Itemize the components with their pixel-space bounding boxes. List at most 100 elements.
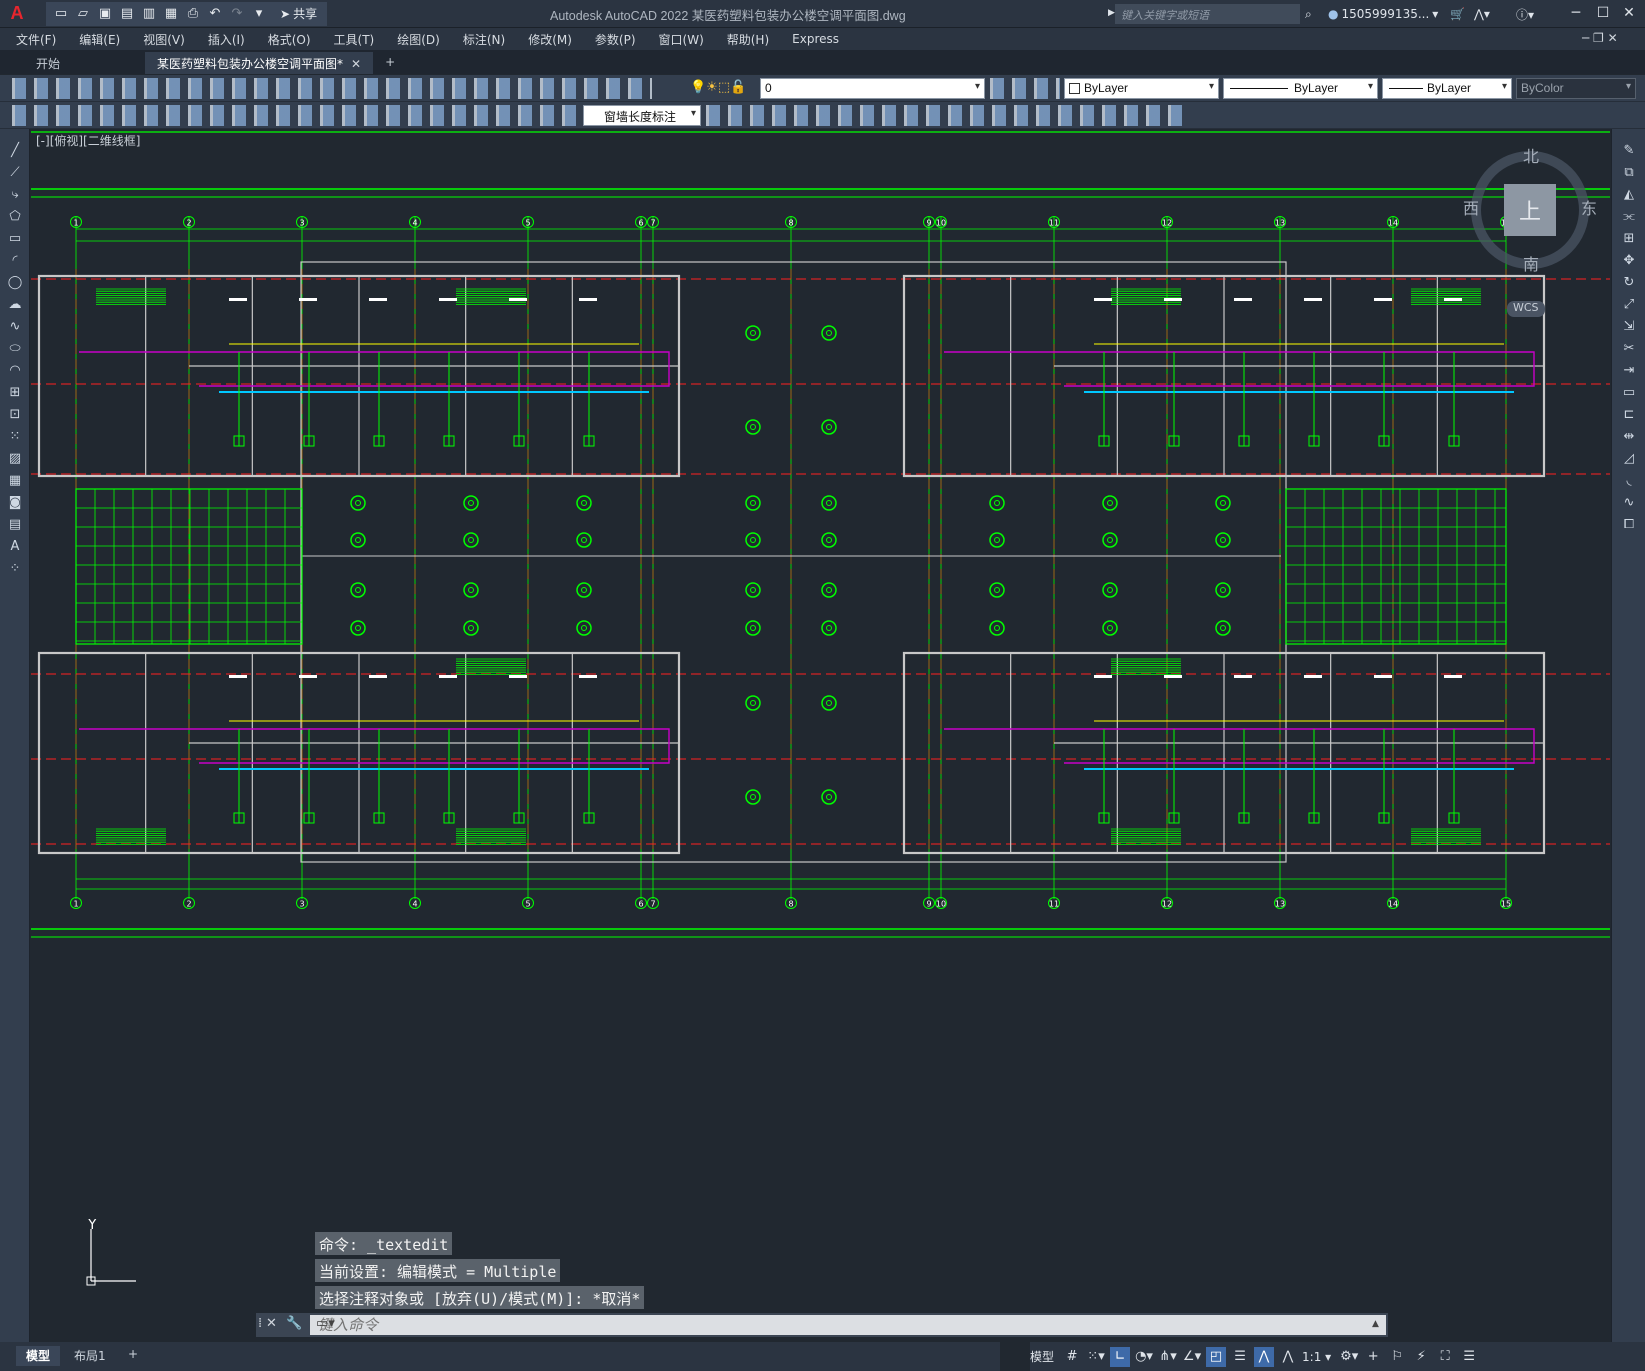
ellipse-icon[interactable]: ⬭ xyxy=(6,339,24,357)
plus-icon[interactable]: + xyxy=(1363,1347,1383,1367)
break-icon[interactable]: ▭ xyxy=(1620,383,1638,401)
move-icon[interactable]: ✥ xyxy=(1620,251,1638,269)
polygon-icon[interactable]: ⬠ xyxy=(6,207,24,225)
command-close-icon[interactable]: ✕ xyxy=(266,1316,277,1331)
annotation-autoscale-icon[interactable]: ⋀ xyxy=(1278,1347,1298,1367)
object-snap-tracking-icon[interactable]: ∠▾ xyxy=(1182,1347,1202,1367)
tab-add-layout[interactable]: + xyxy=(118,1346,148,1366)
compass-east[interactable]: 东 xyxy=(1581,195,1597,219)
help-icon[interactable]: ⓘ▾ xyxy=(1516,4,1534,24)
hatch-icon[interactable]: ▨ xyxy=(6,449,24,467)
command-customize-icon[interactable]: 🔧 xyxy=(286,1316,302,1331)
viewcube-top-face[interactable]: 上 xyxy=(1504,184,1556,236)
point-icon[interactable]: ⁙ xyxy=(6,427,24,445)
menu-parametric[interactable]: 参数(P) xyxy=(595,31,636,48)
new-icon[interactable]: ▭ xyxy=(50,3,72,25)
drawing-canvas[interactable]: 1234567891011121314151234567891011121314… xyxy=(31,129,1610,1342)
doc-window-controls[interactable]: ─ ❐ ✕ xyxy=(1582,31,1618,45)
region-icon[interactable]: ◙ xyxy=(6,493,24,511)
make-block-icon[interactable]: ⊡ xyxy=(6,405,24,423)
ortho-icon[interactable]: ∟ xyxy=(1110,1346,1131,1367)
autodesk-app-icon[interactable]: ⋀▾ xyxy=(1474,4,1490,24)
mtext-icon[interactable]: A xyxy=(6,537,24,555)
linetype-dropdown[interactable]: ByLayer ▾ xyxy=(1223,78,1378,99)
break-at-point-icon[interactable]: ⊏ xyxy=(1620,405,1638,423)
arc-icon[interactable]: ◜ xyxy=(6,251,24,269)
table-icon[interactable]: ▤ xyxy=(6,515,24,533)
isometric-icon[interactable]: ⋔▾ xyxy=(1158,1347,1178,1367)
layer-dropdown[interactable]: 0 ▾ xyxy=(760,78,985,99)
workspace-gear-icon[interactable]: ⚙▾ xyxy=(1339,1347,1359,1367)
object-snap-icon[interactable]: ◰ xyxy=(1206,1346,1227,1367)
minimize-button[interactable]: ─ xyxy=(1562,2,1590,24)
maximize-button[interactable]: ☐ xyxy=(1589,2,1617,24)
menu-edit[interactable]: 编辑(E) xyxy=(79,31,120,48)
erase-icon[interactable]: ✎ xyxy=(1620,141,1638,159)
explode-icon[interactable]: ⧠ xyxy=(1620,515,1638,533)
trim-icon[interactable]: ✂ xyxy=(1620,339,1638,357)
color-dropdown[interactable]: ByLayer ▾ xyxy=(1064,78,1219,99)
polyline-icon[interactable]: ⤷ xyxy=(6,185,24,203)
close-button[interactable]: ✕ xyxy=(1615,2,1643,24)
add-selected-icon[interactable]: ⁘ xyxy=(6,559,24,577)
tab-close-icon[interactable]: ✕ xyxy=(351,57,361,71)
extend-icon[interactable]: ⇥ xyxy=(1620,361,1638,379)
saveas-icon[interactable]: ▤ xyxy=(116,3,138,25)
wcs-menu[interactable]: WCS xyxy=(1507,301,1545,317)
annotation-visibility-icon[interactable]: ⋀ xyxy=(1254,1346,1275,1367)
undo-icon[interactable]: ↶ xyxy=(204,3,226,25)
menu-window[interactable]: 窗口(W) xyxy=(659,31,704,48)
menu-format[interactable]: 格式(O) xyxy=(268,31,311,48)
viewcube[interactable]: 上 北 南 东 西 xyxy=(1463,147,1597,277)
polar-tracking-icon[interactable]: ◔▾ xyxy=(1134,1347,1154,1367)
tab-layout1[interactable]: 布局1 xyxy=(64,1346,116,1366)
floor-plan-drawing[interactable]: 1234567891011121314151234567891011121314… xyxy=(31,129,1610,1342)
standard-tool-icons[interactable] xyxy=(12,78,652,99)
cart-icon[interactable]: 🛒 xyxy=(1450,4,1465,24)
rotate-icon[interactable]: ↻ xyxy=(1620,273,1638,291)
menu-express[interactable]: Express xyxy=(792,32,839,46)
line-icon[interactable]: ╱ xyxy=(6,141,24,159)
redo-icon[interactable]: ↷ xyxy=(226,3,248,25)
hardware-acceleration-icon[interactable]: ⚡ xyxy=(1411,1347,1431,1367)
dimstyle-dropdown[interactable]: 窗墙长度标注 ▾ xyxy=(583,105,701,126)
chamfer-icon[interactable]: ◿ xyxy=(1620,449,1638,467)
viewport-controls-label[interactable]: [-][俯视][二维线框] xyxy=(36,132,140,149)
user-account[interactable]: ● 1505999135... ▾ xyxy=(1328,4,1438,24)
menu-help[interactable]: 帮助(H) xyxy=(727,31,769,48)
save-web-icon[interactable]: ▦ xyxy=(160,3,182,25)
command-recent-icon[interactable]: ▭▾ xyxy=(316,1316,335,1331)
search-expand-icon[interactable]: ▶ xyxy=(1108,8,1115,18)
menu-insert[interactable]: 插入(I) xyxy=(208,31,245,48)
copy-icon[interactable]: ⧉ xyxy=(1620,163,1638,181)
plot-icon[interactable]: ⎙ xyxy=(182,3,204,25)
search-icon[interactable]: ⌕ xyxy=(1305,4,1312,24)
insert-block-icon[interactable]: ⊞ xyxy=(6,383,24,401)
mirror-icon[interactable]: ◭ xyxy=(1620,185,1638,203)
tab-start[interactable]: 开始 xyxy=(0,52,145,74)
snap-icon[interactable]: ⁙▾ xyxy=(1086,1347,1106,1367)
scale-icon[interactable]: ⤢ xyxy=(1620,295,1638,313)
menu-draw[interactable]: 绘图(D) xyxy=(397,31,440,48)
app-menu-button[interactable]: A xyxy=(0,0,34,28)
stretch-icon[interactable]: ⇲ xyxy=(1620,317,1638,335)
menu-view[interactable]: 视图(V) xyxy=(143,31,185,48)
compass-south[interactable]: 南 xyxy=(1523,251,1539,275)
ellipse-arc-icon[interactable]: ◠ xyxy=(6,361,24,379)
plotstyle-dropdown[interactable]: ByColor ▾ xyxy=(1516,78,1636,99)
layer-tool-icons[interactable] xyxy=(990,78,1060,99)
customize-dropdown-icon[interactable]: ▾ xyxy=(248,3,270,25)
offset-icon[interactable]: ⫘ xyxy=(1620,207,1638,225)
lineweight-icon[interactable]: ☰ xyxy=(1230,1347,1250,1367)
revcloud-icon[interactable]: ☁ xyxy=(6,295,24,313)
menu-file[interactable]: 文件(F) xyxy=(16,31,56,48)
modify-tool-icons[interactable] xyxy=(706,105,1186,126)
open-web-icon[interactable]: ▥ xyxy=(138,3,160,25)
construction-line-icon[interactable]: ⟋ xyxy=(6,163,24,181)
menu-tools[interactable]: 工具(T) xyxy=(334,31,375,48)
command-input[interactable] xyxy=(310,1315,1386,1335)
circle-icon[interactable]: ◯ xyxy=(6,273,24,291)
lineweight-dropdown[interactable]: ByLayer ▾ xyxy=(1382,78,1512,99)
share-button[interactable]: ➤ 共享 xyxy=(274,3,324,24)
search-input[interactable]: 键入关键字或短语 xyxy=(1115,4,1300,24)
